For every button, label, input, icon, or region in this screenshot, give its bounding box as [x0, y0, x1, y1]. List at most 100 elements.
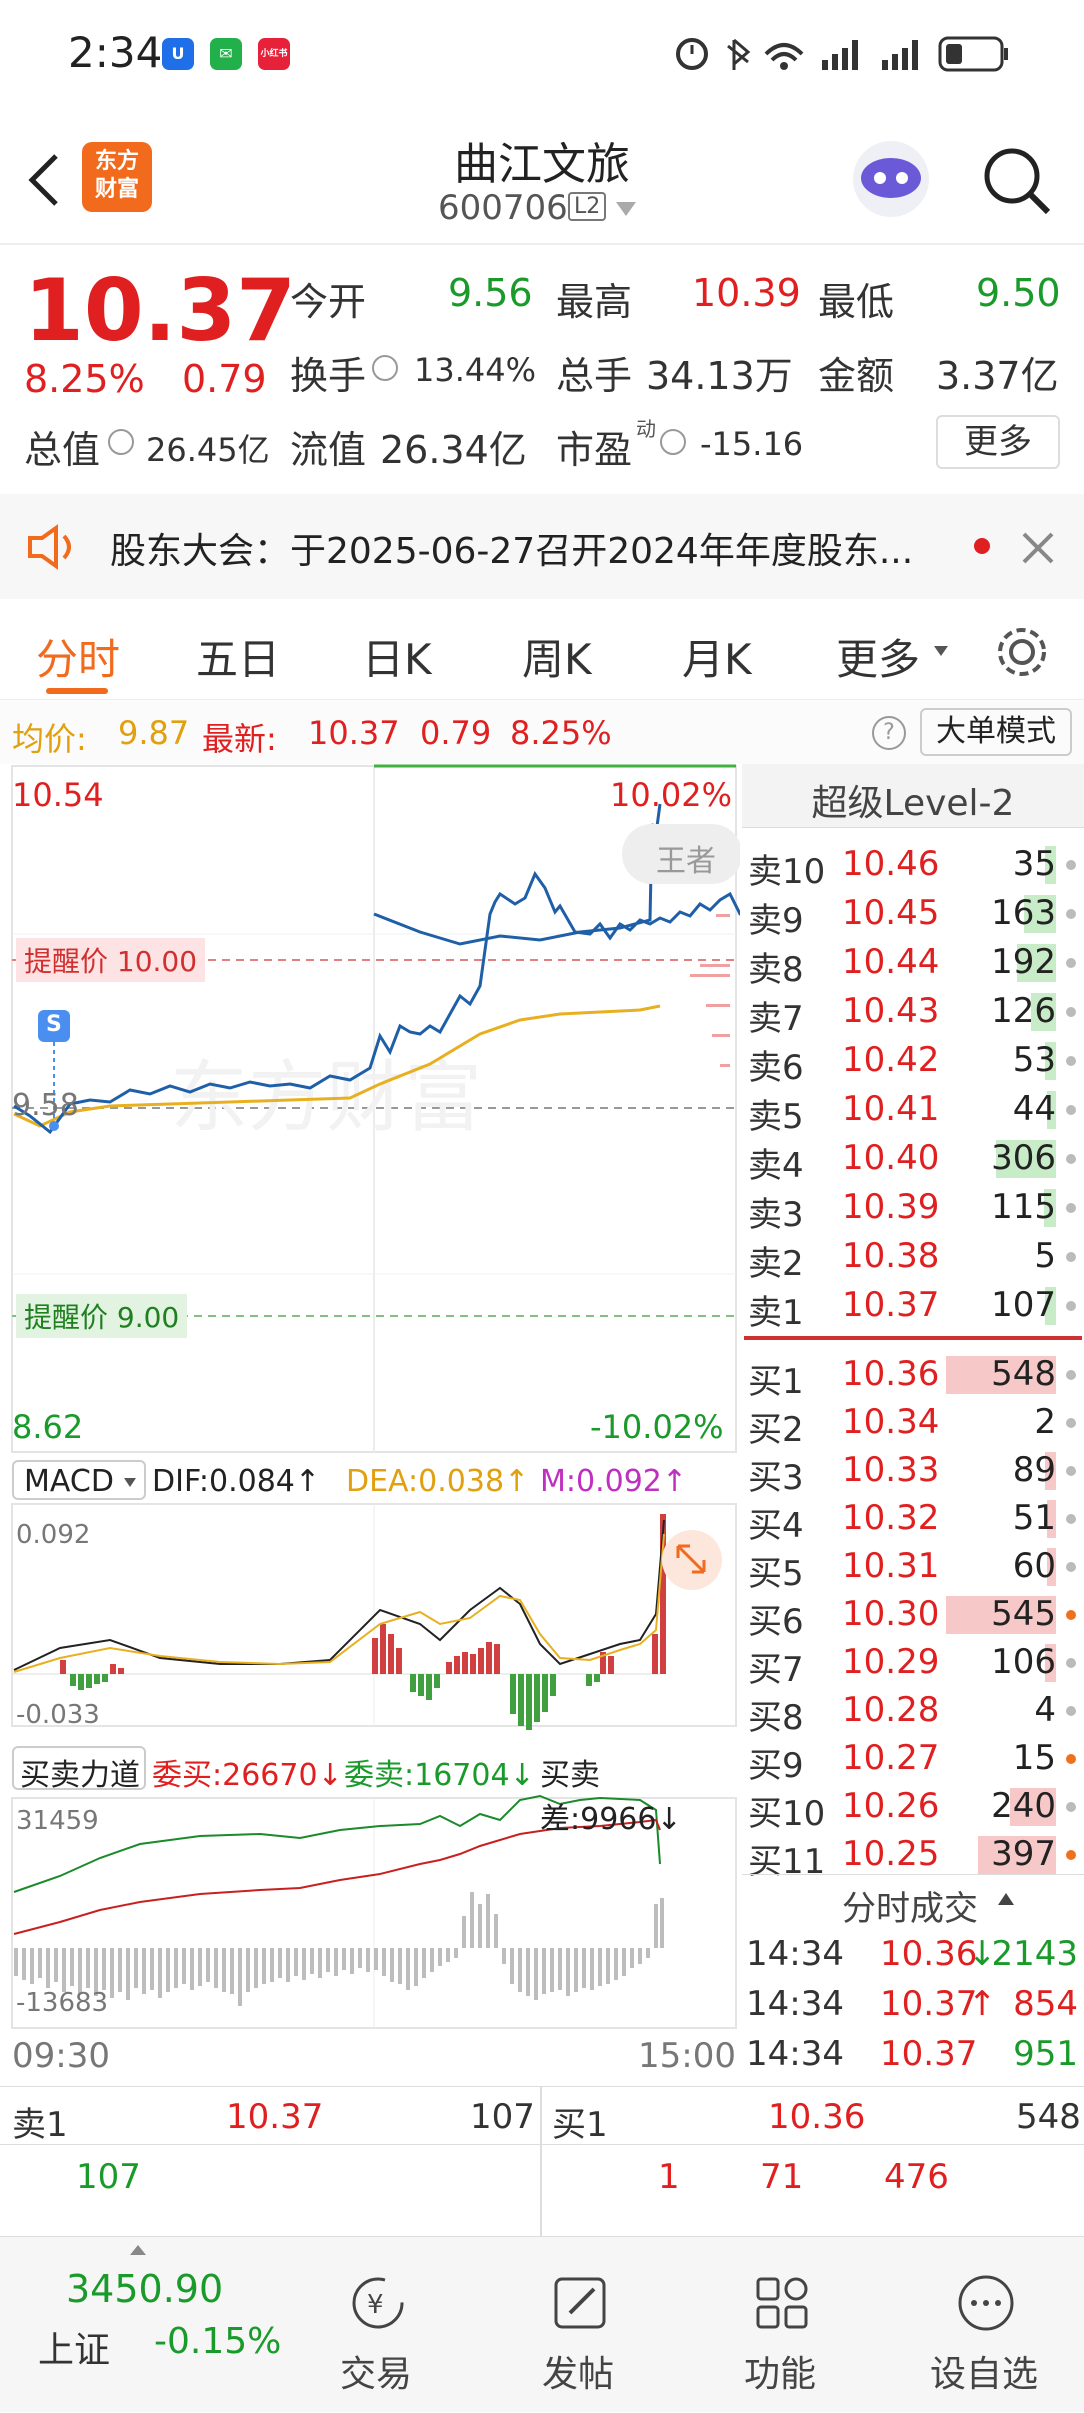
tick-price: 10.37 [880, 1984, 978, 2024]
bid1-detail-2: 476 [884, 2157, 949, 2197]
svg-text:¥: ¥ [367, 2290, 384, 2320]
search-icon[interactable] [980, 144, 1054, 218]
close-icon[interactable] [1020, 530, 1056, 566]
nav-trade[interactable]: ¥ 交易 [276, 2237, 476, 2413]
index-widget[interactable]: 3450.90 上证 -0.15% [0, 2237, 281, 2413]
ask-price: 10.41 [842, 1089, 940, 1129]
gear-icon[interactable] [992, 622, 1052, 682]
float-label: 流值 [290, 428, 367, 472]
unread-dot [974, 538, 990, 554]
ask-row[interactable]: 卖7 10.43 126 [742, 987, 1084, 1039]
ask-label: 卖7 [748, 999, 804, 1039]
alert-price-low[interactable]: 提醒价 9.00 [16, 1294, 188, 1338]
chevron-down-icon[interactable] [616, 202, 636, 216]
ask-price: 10.44 [842, 942, 940, 982]
clock: 2:34 [68, 28, 163, 77]
y-axis-max-pct: 10.02% [610, 776, 733, 814]
tab-intraday[interactable]: 分时 [36, 626, 120, 687]
robot-assistant-icon[interactable] [846, 134, 936, 224]
bid-row[interactable]: 买7 10.29 106 [742, 1638, 1084, 1690]
wechat-icon: ✉ [210, 38, 242, 70]
tab-daily-k[interactable]: 日K [362, 626, 432, 687]
bid-row[interactable]: 买3 10.33 89 [742, 1446, 1084, 1498]
pe-label: 市盈 [556, 428, 633, 472]
help-icon[interactable]: ? [872, 716, 906, 750]
more-button[interactable]: 更多 [936, 415, 1060, 469]
bid-row[interactable]: 买4 10.32 51 [742, 1494, 1084, 1546]
status-dot [1066, 1850, 1076, 1860]
intraday-chart-area[interactable]: 东方财富 10.54 10.02% 提醒价 10.00 提醒价 9.00 9.5… [0, 764, 740, 2084]
tick-volume: 2143 [991, 1934, 1078, 1974]
stock-code: 600706 [438, 188, 568, 228]
force-top-value: 31459 [16, 1806, 99, 1836]
tab-more[interactable]: 更多 [836, 626, 920, 687]
ticks-title: 分时成交 [842, 1889, 978, 1929]
chevron-up-icon[interactable] [998, 1893, 1014, 1905]
force-sell: 委卖:16704↓ [344, 1758, 535, 1793]
level-tag[interactable]: L2 [568, 192, 607, 221]
level2-header[interactable]: 超级Level-2 [742, 764, 1084, 828]
bid-row[interactable]: 买1 10.36 548 [742, 1350, 1084, 1402]
chevron-down-icon[interactable] [124, 1478, 136, 1487]
ask-row[interactable]: 卖1 10.37 107 [742, 1281, 1084, 1333]
nav-functions[interactable]: 功能 [680, 2237, 880, 2413]
bid-price: 10.36 [842, 1354, 940, 1394]
notice-text: 股东大会：于2025-06-27召开2024年年度股东... [110, 531, 914, 572]
alert-price-high[interactable]: 提醒价 10.00 [16, 938, 206, 982]
tab-weekly-k[interactable]: 周K [522, 626, 592, 687]
bid-volume: 106 [991, 1642, 1056, 1682]
time-end: 15:00 [638, 2036, 736, 2076]
tick-price: 10.37 [880, 2034, 978, 2074]
tab-monthly-k[interactable]: 月K [682, 626, 752, 687]
chevron-down-icon[interactable] [934, 646, 948, 656]
bid-row[interactable]: 买10 10.26 240 [742, 1782, 1084, 1834]
ask-price: 10.45 [842, 893, 940, 933]
level2-panel: 超级Level-2 卖10 10.46 35 卖9 10.45 163 卖8 10.44 192… [742, 764, 1084, 2084]
macd-top-value: 0.092 [16, 1520, 91, 1550]
bid-row[interactable]: 买6 10.30 545 [742, 1590, 1084, 1642]
ask-volume: 163 [991, 893, 1056, 933]
bid-label: 买8 [748, 1698, 804, 1738]
chevron-up-icon[interactable] [130, 2245, 146, 2255]
bottom-quote-bar: 卖1 10.37 107 买1 10.36 548 107 1 71 476 [0, 2086, 1084, 2237]
bid-volume: 548 [991, 1354, 1056, 1394]
tick-time: 14:34 [746, 2034, 844, 2074]
overlay-tag[interactable]: 王者 [656, 836, 716, 880]
info-icon[interactable] [108, 429, 134, 455]
info-icon[interactable] [372, 355, 398, 381]
ask-row[interactable]: 卖5 10.41 44 [742, 1085, 1084, 1137]
ask-row[interactable]: 卖9 10.45 163 [742, 889, 1084, 941]
y-axis-min: 8.62 [12, 1408, 84, 1446]
bid-row[interactable]: 买5 10.31 60 [742, 1542, 1084, 1594]
bid-row[interactable]: 买9 10.27 15 [742, 1734, 1084, 1786]
bid-volume: 397 [991, 1834, 1056, 1874]
avg-value: 9.87 [118, 714, 190, 752]
bid-price: 10.32 [842, 1498, 940, 1538]
bid-row[interactable]: 买8 10.28 4 [742, 1686, 1084, 1738]
info-icon[interactable] [660, 429, 686, 455]
ask-row[interactable]: 卖4 10.40 306 [742, 1134, 1084, 1186]
bid1-volume: 548 [1016, 2097, 1081, 2137]
ticks-header[interactable]: 分时成交 [742, 1874, 1084, 1929]
ask-row[interactable]: 卖3 10.39 115 [742, 1183, 1084, 1235]
bid-row[interactable]: 买2 10.34 2 [742, 1398, 1084, 1450]
force-buy: 委买:26670↓ [152, 1758, 343, 1793]
status-dot [1066, 1418, 1076, 1428]
nav-post[interactable]: 发帖 [478, 2237, 678, 2413]
tick-arrow: ↑ [968, 1984, 997, 2024]
notice-bar[interactable]: 股东大会：于2025-06-27召开2024年年度股东... [0, 494, 1084, 599]
ask-row[interactable]: 卖10 10.46 35 [742, 840, 1084, 892]
ask-row[interactable]: 卖8 10.44 192 [742, 938, 1084, 990]
bid-label: 买10 [748, 1794, 826, 1834]
bid1-label: 买1 [552, 2105, 608, 2145]
tab-5day[interactable]: 五日 [196, 626, 280, 687]
latest-label: 最新: [202, 720, 277, 758]
tick-row: 14:34 10.37 ↑ 854 [742, 1980, 1084, 2030]
time-start: 09:30 [12, 2036, 110, 2076]
bid-row[interactable]: 买11 10.25 397 [742, 1830, 1084, 1882]
status-dot [1066, 1706, 1076, 1716]
ask-row[interactable]: 卖6 10.42 53 [742, 1036, 1084, 1088]
nav-add-watchlist[interactable]: 设自选 [884, 2237, 1084, 2413]
big-order-mode-button[interactable]: 大单模式 [920, 708, 1072, 756]
ask-row[interactable]: 卖2 10.38 5 [742, 1232, 1084, 1284]
